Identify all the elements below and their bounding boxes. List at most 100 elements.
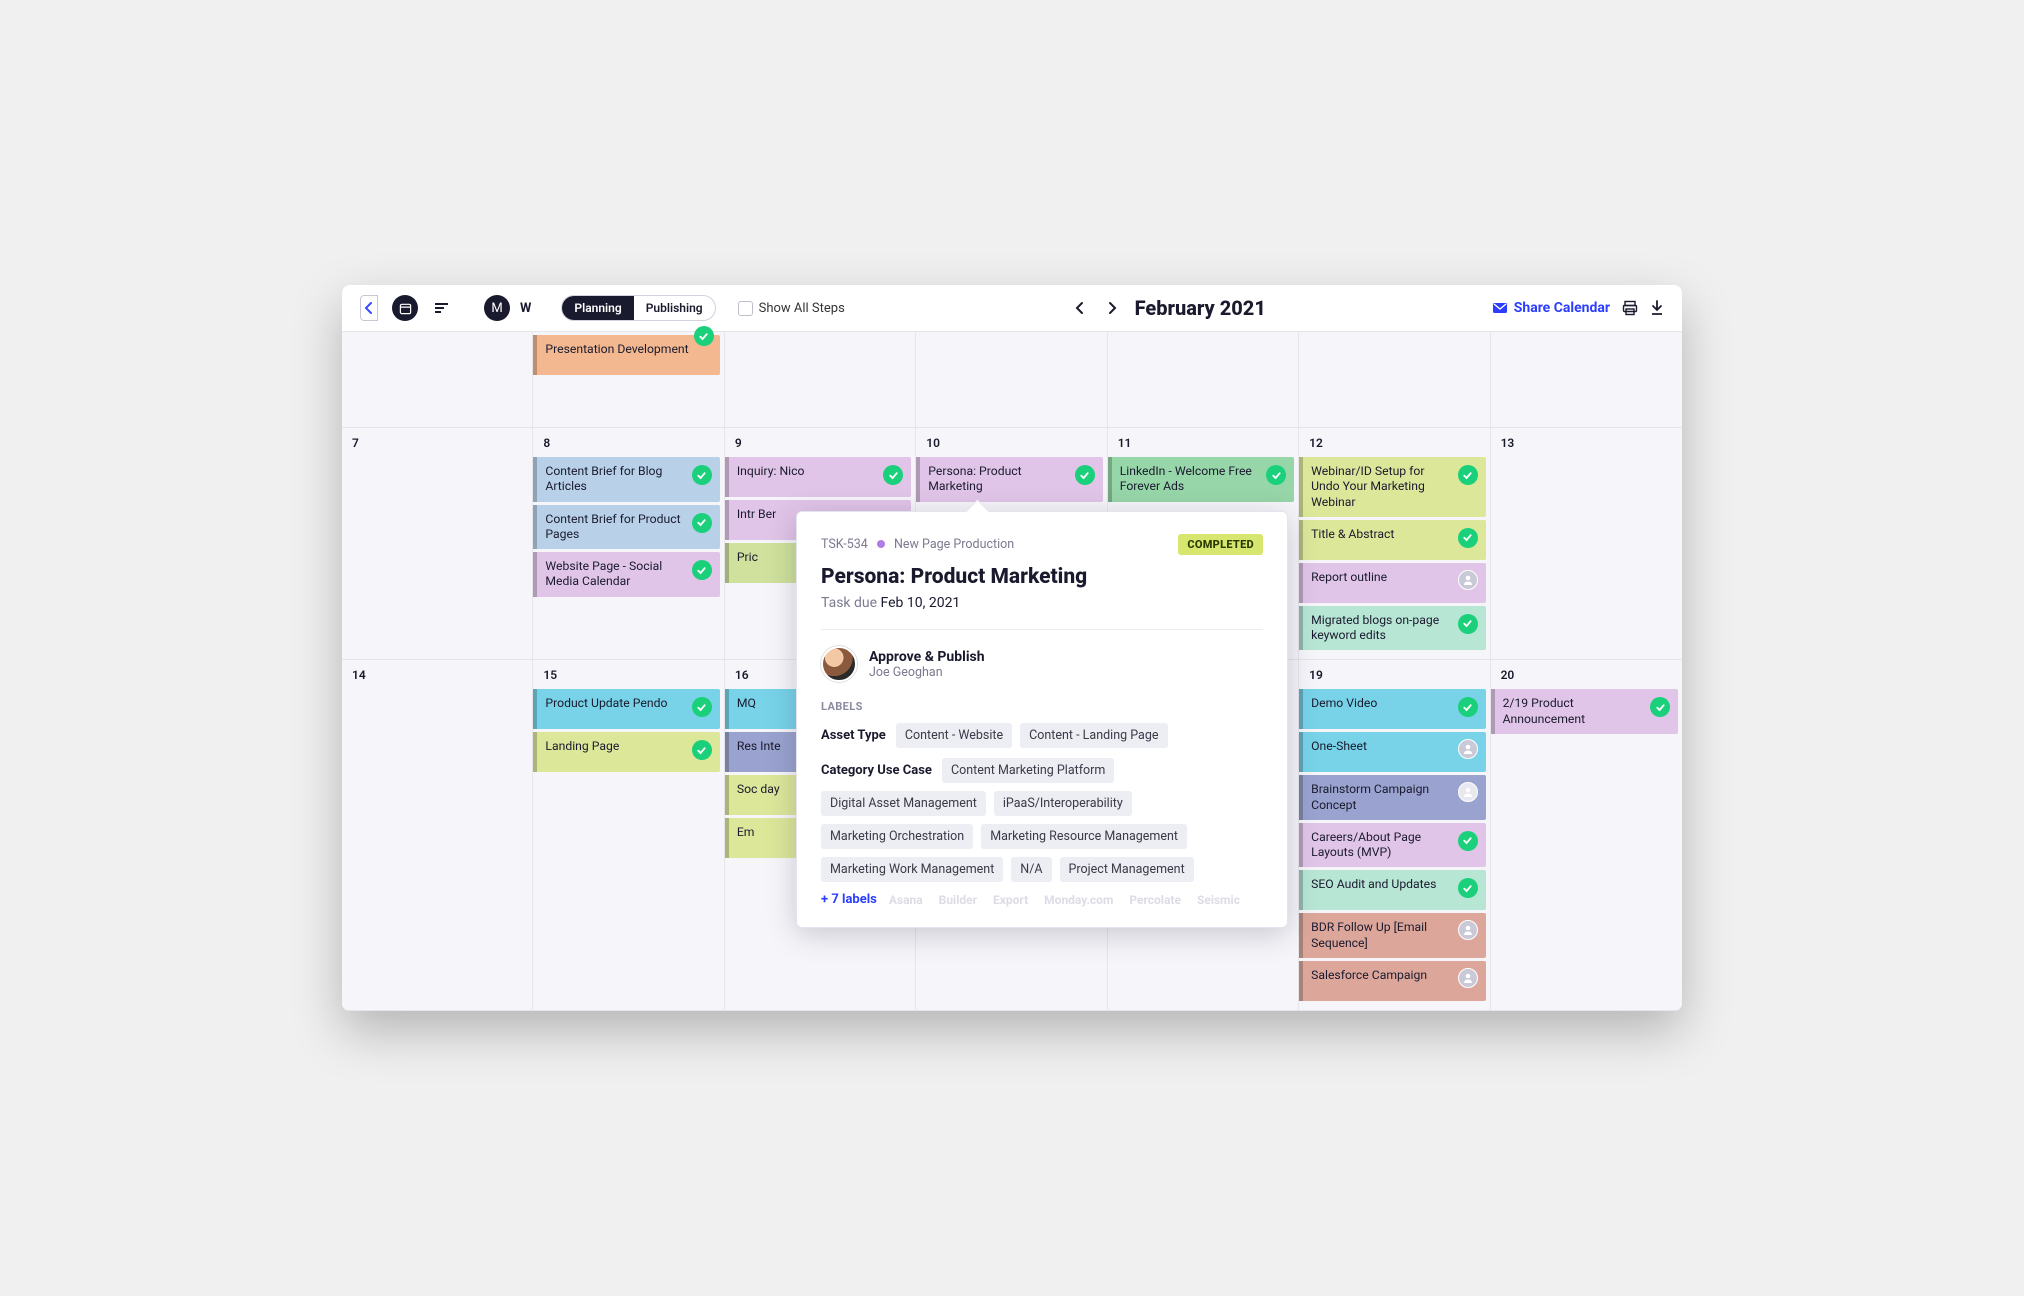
mode-w[interactable]: W (520, 301, 531, 316)
calendar-cell[interactable] (1299, 332, 1490, 428)
label-tag[interactable]: Digital Asset Management (821, 791, 986, 816)
calendar-cell[interactable]: Presentation Development (533, 332, 724, 428)
calendar-cell[interactable] (916, 332, 1107, 428)
check-icon (694, 326, 714, 346)
calendar-icon[interactable] (392, 295, 418, 321)
task-card-label: Brainstorm Campaign Concept (1311, 782, 1451, 813)
calendar-cell[interactable] (725, 332, 916, 428)
label-tag[interactable]: N/A (1011, 857, 1051, 882)
day-number: 10 (916, 428, 1106, 454)
task-card[interactable]: Migrated blogs on-page keyword edits (1299, 606, 1485, 651)
day-number: 11 (1108, 428, 1298, 454)
task-card[interactable]: Content Brief for Product Pages (533, 505, 719, 550)
next-month[interactable] (1103, 297, 1121, 319)
label-tag[interactable]: iPaaS/Interoperability (994, 791, 1132, 816)
assignee-row: Approve & Publish Joe Geoghan (821, 646, 1263, 682)
day-number: 7 (342, 428, 532, 454)
check-icon (692, 740, 712, 760)
label-tag[interactable]: Marketing Resource Management (981, 824, 1187, 849)
prev-month[interactable] (1071, 297, 1089, 319)
check-icon (1458, 465, 1478, 485)
calendar-cell[interactable] (1108, 332, 1299, 428)
task-card[interactable]: One-Sheet (1299, 732, 1485, 772)
task-card[interactable]: Landing Page (533, 732, 719, 772)
task-card[interactable]: Product Update Pendo (533, 689, 719, 729)
print-icon[interactable] (1622, 300, 1638, 316)
task-card[interactable]: LinkedIn - Welcome Free Forever Ads (1108, 457, 1294, 502)
share-calendar[interactable]: Share Calendar (1492, 300, 1610, 316)
calendar-cell[interactable] (342, 332, 533, 428)
check-icon (1458, 878, 1478, 898)
label-tag[interactable]: Project Management (1060, 857, 1194, 882)
back-button[interactable] (360, 295, 378, 321)
download-icon[interactable] (1650, 300, 1664, 316)
task-card-label: Presentation Development (545, 342, 711, 357)
task-card-label: Careers/About Page Layouts (MVP) (1311, 830, 1451, 861)
task-card[interactable]: Careers/About Page Layouts (MVP) (1299, 823, 1485, 868)
calendar-cell[interactable]: 7 (342, 428, 533, 660)
calendar-cell[interactable]: 14 (342, 660, 533, 1011)
task-card-label: Salesforce Campaign (1311, 968, 1451, 983)
task-card-label: BDR Follow Up [Email Sequence] (1311, 920, 1451, 951)
list-icon[interactable] (428, 295, 454, 321)
label-tag[interactable]: Marketing Orchestration (821, 824, 973, 849)
task-card[interactable]: Inquiry: Nico (725, 457, 911, 497)
day-number: 12 (1299, 428, 1489, 454)
label-group-name: Asset Type (821, 728, 886, 743)
label-tag[interactable]: Content - Landing Page (1020, 723, 1167, 748)
task-card-label: Website Page - Social Media Calendar (545, 559, 685, 590)
task-card[interactable]: 2/19 Product Announcement (1491, 689, 1678, 734)
task-title: Persona: Product Marketing (821, 565, 1263, 589)
check-icon (692, 513, 712, 533)
task-popover: TSK-534 New Page Production COMPLETED Pe… (796, 511, 1288, 928)
calendar-cell[interactable] (1491, 332, 1682, 428)
task-card[interactable]: BDR Follow Up [Email Sequence] (1299, 913, 1485, 958)
task-card[interactable]: Brainstorm Campaign Concept (1299, 775, 1485, 820)
task-card-label: Landing Page (545, 739, 685, 754)
task-meta: TSK-534 New Page Production (821, 537, 1014, 552)
check-icon (692, 560, 712, 580)
task-card-label: Title & Abstract (1311, 527, 1451, 542)
calendar-cell[interactable]: 19Demo VideoOne-SheetBrainstorm Campaign… (1299, 660, 1490, 1011)
check-icon (1075, 465, 1095, 485)
task-card[interactable]: Report outline (1299, 563, 1485, 603)
label-tag[interactable]: Content - Website (896, 723, 1012, 748)
task-card[interactable]: Title & Abstract (1299, 520, 1485, 560)
task-card-label: 2/19 Product Announcement (1503, 696, 1644, 727)
calendar-cell[interactable]: 13 (1491, 428, 1682, 660)
check-icon (1650, 697, 1670, 717)
calendar-cell[interactable]: 15Product Update PendoLanding Page (533, 660, 724, 1011)
labels-header: LABELS (821, 700, 1263, 713)
task-card[interactable]: Persona: Product Marketing (916, 457, 1102, 502)
label-tag[interactable]: Marketing Work Management (821, 857, 1003, 882)
label-tag[interactable]: Content Marketing Platform (942, 758, 1114, 783)
task-card[interactable]: Demo Video (1299, 689, 1485, 729)
show-all-steps-checkbox[interactable]: Show All Steps (738, 301, 845, 316)
task-card-label: Content Brief for Blog Articles (545, 464, 685, 495)
task-card[interactable]: Website Page - Social Media Calendar (533, 552, 719, 597)
task-card[interactable]: Salesforce Campaign (1299, 961, 1485, 1001)
label-group: Asset Type Content - Website Content - Lan… (821, 723, 1263, 748)
calendar-cell[interactable]: 8Content Brief for Blog ArticlesContent … (533, 428, 724, 660)
task-card[interactable]: Presentation Development (533, 335, 719, 375)
assignee-avatar (821, 646, 857, 682)
day-number: 13 (1491, 428, 1682, 454)
month-label: February 2021 (1135, 296, 1266, 320)
calendar-cell[interactable]: 12 Webinar/ID Setup for Undo Your Marketi… (1299, 428, 1490, 660)
task-card-label: SEO Audit and Updates (1311, 877, 1451, 892)
task-card[interactable]: Webinar/ID Setup for Undo Your Marketing… (1299, 457, 1485, 517)
assignee-avatar-icon (1458, 920, 1478, 940)
check-icon (1458, 697, 1478, 717)
task-card-label: Inquiry: Nico (737, 464, 877, 479)
task-card[interactable]: SEO Audit and Updates (1299, 870, 1485, 910)
plan-publish-toggle: Planning Publishing (561, 295, 715, 321)
toggle-publishing[interactable]: Publishing (634, 296, 715, 320)
toggle-planning[interactable]: Planning (562, 296, 633, 320)
task-card[interactable]: Content Brief for Blog Articles (533, 457, 719, 502)
task-card-label: Content Brief for Product Pages (545, 512, 685, 543)
more-labels[interactable]: + 7 labels AsanaBuilderExportMonday.comP… (821, 892, 1263, 907)
calendar-cell[interactable]: 202/19 Product Announcement (1491, 660, 1682, 1011)
day-number: 9 (725, 428, 915, 454)
avatar-m[interactable]: M (484, 295, 510, 321)
assignee-avatar-icon (1458, 968, 1478, 988)
